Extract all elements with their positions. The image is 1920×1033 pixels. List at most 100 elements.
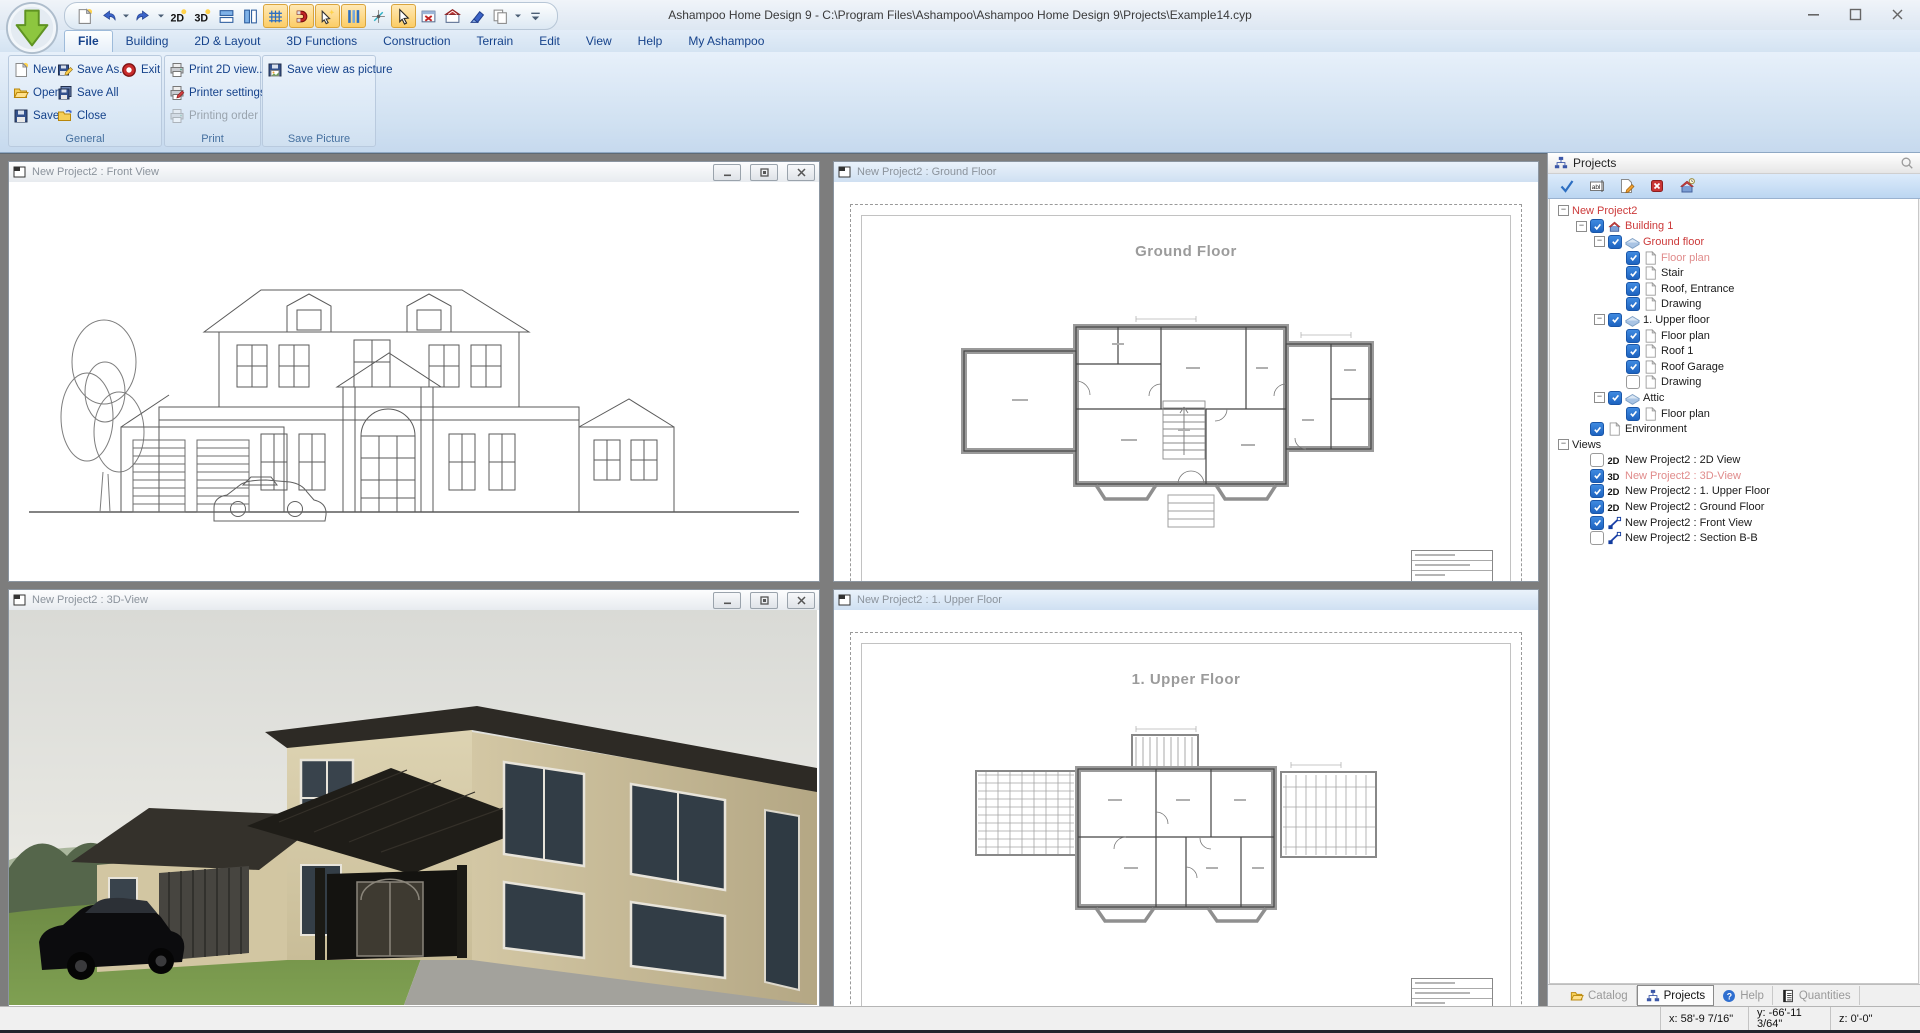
- tree-item-new-project2[interactable]: −New Project2: [1550, 203, 1918, 219]
- ribbon-item-exit[interactable]: Exit: [121, 60, 160, 80]
- ribbon-item-save-as[interactable]: Save As...: [57, 60, 129, 80]
- tree-item-drawing[interactable]: Drawing: [1550, 297, 1918, 313]
- guides-icon[interactable]: [341, 4, 366, 28]
- ribbon-item-printer-settings[interactable]: Printer settings...: [169, 83, 275, 103]
- visibility-checkbox[interactable]: [1626, 266, 1640, 280]
- minimize-icon[interactable]: [713, 592, 741, 609]
- ribbon-item-print-2d-view[interactable]: Print 2D view...: [169, 60, 266, 80]
- visibility-checkbox[interactable]: [1590, 469, 1604, 483]
- tree-item-roof-garage[interactable]: Roof Garage: [1550, 359, 1918, 375]
- collapse-icon[interactable]: −: [1594, 236, 1605, 247]
- tree-item-floor-plan[interactable]: Floor plan: [1550, 250, 1918, 266]
- ribbon-item-close[interactable]: Close: [57, 106, 106, 126]
- edit-properties-icon[interactable]: [1616, 176, 1638, 196]
- dropdown-icon[interactable]: [121, 5, 131, 27]
- upper-floor-canvas[interactable]: 1. Upper Floor: [834, 610, 1538, 1007]
- visibility-checkbox[interactable]: [1608, 235, 1622, 249]
- ribbon-item-save-view-as-picture[interactable]: Save view as picture: [267, 60, 392, 80]
- collapse-icon[interactable]: −: [1594, 392, 1605, 403]
- tab-building[interactable]: Building: [113, 31, 182, 52]
- redo-icon[interactable]: [132, 5, 155, 27]
- visibility-checkbox[interactable]: [1608, 313, 1622, 327]
- tab-view[interactable]: View: [573, 31, 625, 52]
- ribbon-item-save-all[interactable]: Save All: [57, 83, 119, 103]
- window-3d-view-titlebar[interactable]: New Project2 : 3D-View: [9, 590, 819, 610]
- collapse-icon[interactable]: −: [1576, 221, 1587, 232]
- undo-icon[interactable]: [97, 5, 120, 27]
- tree-item-floor-plan[interactable]: Floor plan: [1550, 406, 1918, 422]
- tree-item-environment[interactable]: Environment: [1550, 421, 1918, 437]
- new-document-icon[interactable]: [73, 5, 96, 27]
- magnet-icon[interactable]: [289, 4, 314, 28]
- tab-3d-functions[interactable]: 3D Functions: [273, 31, 370, 52]
- tree-item-drawing[interactable]: Drawing: [1550, 375, 1918, 391]
- visibility-checkbox[interactable]: [1590, 531, 1604, 545]
- close-window-icon[interactable]: [1876, 0, 1918, 28]
- tree-item-new-project2-ground-floor[interactable]: 2DNew Project2 : Ground Floor: [1550, 499, 1918, 515]
- view-3d-icon[interactable]: 3D: [191, 5, 214, 27]
- eraser-icon[interactable]: [465, 5, 488, 27]
- close-icon[interactable]: [787, 592, 815, 609]
- tree-item-ground-floor[interactable]: −Ground floor: [1550, 234, 1918, 250]
- restore-icon[interactable]: [750, 164, 778, 181]
- 3d-view-canvas[interactable]: [9, 610, 819, 1007]
- visibility-checkbox[interactable]: [1590, 516, 1604, 530]
- visibility-checkbox[interactable]: [1626, 407, 1640, 421]
- tab-help[interactable]: Help: [625, 31, 676, 52]
- panel-tab-quantities[interactable]: Quantities: [1773, 986, 1860, 1005]
- tree-item-floor-plan[interactable]: Floor plan: [1550, 328, 1918, 344]
- pin-panel-icon[interactable]: [1900, 156, 1914, 170]
- tree-item-roof-entrance[interactable]: Roof, Entrance: [1550, 281, 1918, 297]
- tree-item-new-project2-front-view[interactable]: New Project2 : Front View: [1550, 515, 1918, 531]
- tree-item-views[interactable]: −Views: [1550, 437, 1918, 453]
- visibility-checkbox[interactable]: [1590, 453, 1604, 467]
- ground-floor-canvas[interactable]: Ground Floor: [834, 182, 1538, 581]
- tree-item-attic[interactable]: −Attic: [1550, 390, 1918, 406]
- split-vertical-icon[interactable]: [239, 5, 262, 27]
- split-horizontal-icon[interactable]: [215, 5, 238, 27]
- collapse-icon[interactable]: −: [1558, 205, 1569, 216]
- visibility-checkbox[interactable]: [1626, 344, 1640, 358]
- close-icon[interactable]: [787, 164, 815, 181]
- visibility-checkbox[interactable]: [1590, 219, 1604, 233]
- tab-edit[interactable]: Edit: [526, 31, 573, 52]
- front-view-canvas[interactable]: [9, 182, 819, 581]
- rename-icon[interactable]: abl: [1586, 176, 1608, 196]
- restore-icon[interactable]: [750, 592, 778, 609]
- visibility-checkbox[interactable]: [1590, 484, 1604, 498]
- collapse-icon[interactable]: −: [1558, 439, 1569, 450]
- tree-item-stair[interactable]: Stair: [1550, 265, 1918, 281]
- dropdown-icon[interactable]: [156, 5, 166, 27]
- roof-view-icon[interactable]: [441, 5, 464, 27]
- application-logo-icon[interactable]: [5, 1, 59, 55]
- tab-2d-layout[interactable]: 2D & Layout: [181, 31, 273, 52]
- minimize-window-icon[interactable]: [1792, 0, 1834, 28]
- toolbar-overflow-icon[interactable]: [524, 5, 547, 27]
- visibility-checkbox[interactable]: [1626, 282, 1640, 296]
- window-front-view-titlebar[interactable]: New Project2 : Front View: [9, 162, 819, 182]
- visibility-checkbox[interactable]: [1626, 297, 1640, 311]
- window-ground-floor-titlebar[interactable]: New Project2 : Ground Floor: [834, 162, 1538, 182]
- collapse-icon[interactable]: −: [1594, 314, 1605, 325]
- copy-icon[interactable]: [489, 5, 512, 27]
- tree-item-building-1[interactable]: −Building 1: [1550, 219, 1918, 235]
- tree-item-new-project2-section-b-b[interactable]: New Project2 : Section B-B: [1550, 530, 1918, 546]
- close-view-icon[interactable]: [417, 5, 440, 27]
- select-elements-icon[interactable]: [315, 4, 340, 28]
- delete-icon[interactable]: [1646, 176, 1668, 196]
- dropdown-icon[interactable]: [513, 5, 523, 27]
- visibility-checkbox[interactable]: [1626, 329, 1640, 343]
- new-building-icon[interactable]: [1676, 176, 1698, 196]
- grid-icon[interactable]: [263, 4, 288, 28]
- tab-terrain[interactable]: Terrain: [464, 31, 527, 52]
- tree-item-new-project2-1-upper-floor[interactable]: 2DNew Project2 : 1. Upper Floor: [1550, 484, 1918, 500]
- pointer-icon[interactable]: [391, 4, 416, 28]
- minimize-icon[interactable]: [713, 164, 741, 181]
- visibility-checkbox[interactable]: [1626, 360, 1640, 374]
- tab-my-ashampoo[interactable]: My Ashampoo: [675, 31, 777, 52]
- tab-file[interactable]: File: [64, 30, 113, 52]
- ribbon-item-save[interactable]: Save: [13, 106, 59, 126]
- tree-item-roof-1[interactable]: Roof 1: [1550, 343, 1918, 359]
- tree-item-new-project2-2d-view[interactable]: 2DNew Project2 : 2D View: [1550, 453, 1918, 469]
- visibility-checkbox[interactable]: [1626, 251, 1640, 265]
